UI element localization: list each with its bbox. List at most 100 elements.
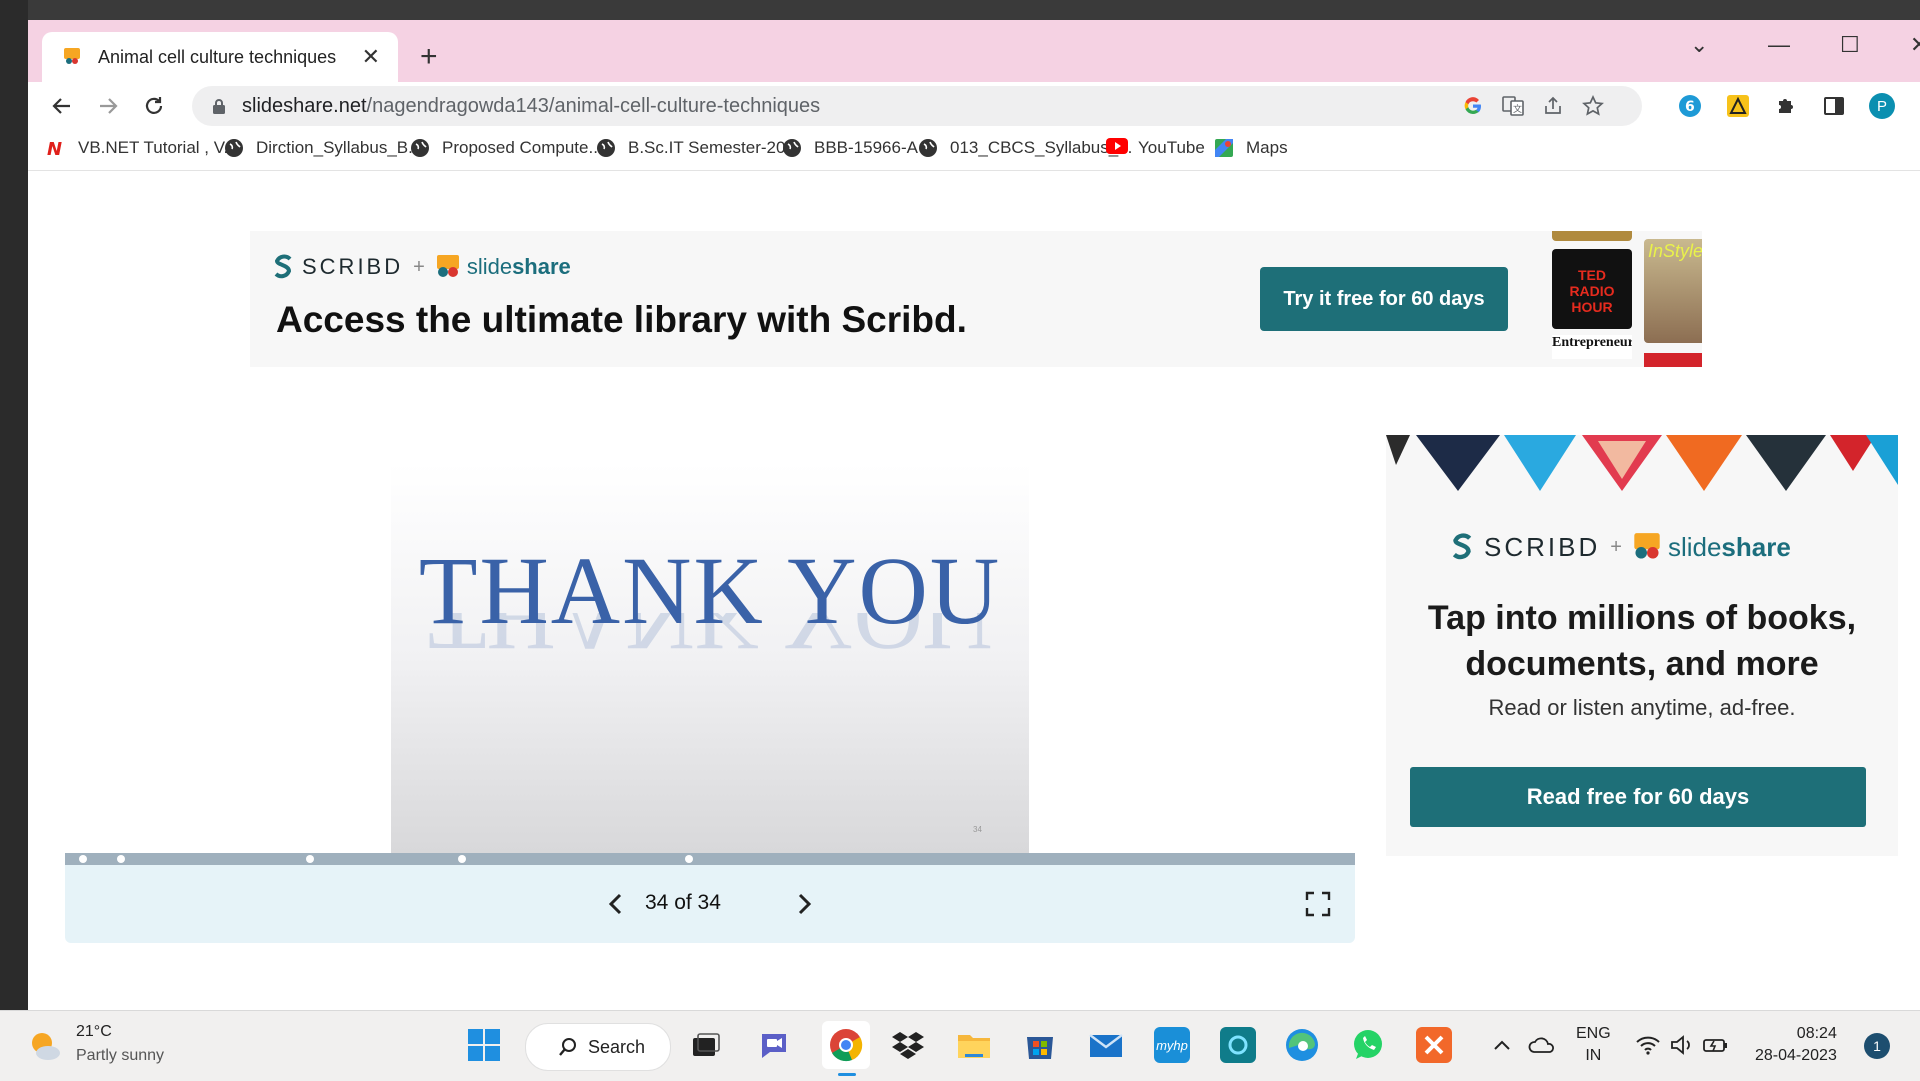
input-language[interactable]: ENG IN (1576, 1023, 1611, 1067)
progress-marker[interactable] (117, 855, 125, 863)
search-icon (559, 1038, 576, 1056)
chevron-right-icon (798, 893, 812, 915)
slide-title-reflection: THANK YOU (427, 613, 993, 671)
minimize-button[interactable]: — (1768, 32, 1790, 58)
page-content: SCRIBD + slideshare Access the ultimate … (28, 171, 1920, 1010)
slide-progress-bar[interactable] (65, 853, 1355, 865)
address-bar[interactable]: slideshare.net/nagendragowda143/animal-c… (192, 86, 1642, 126)
bookmark-label: BBB-15966-A (814, 138, 918, 157)
bookmark-item[interactable]: Dirction_Syllabus_B... (224, 138, 422, 158)
globe-icon (596, 138, 616, 158)
bookmark-item[interactable]: YouTube (1106, 138, 1205, 158)
progress-marker[interactable] (685, 855, 693, 863)
slideshare-word-share: share (512, 254, 571, 279)
bookmark-item[interactable]: Proposed Compute... (410, 138, 603, 158)
bookmark-star-icon[interactable] (1580, 93, 1606, 119)
url-host: slideshare.net (242, 95, 367, 117)
taskbar-search-label: Search (588, 1036, 646, 1057)
translate-icon[interactable]: 文 (1500, 93, 1526, 119)
bookmark-label: Dirction_Syllabus_B... (256, 138, 423, 157)
dropbox-icon[interactable] (890, 1027, 926, 1063)
cortana-icon[interactable] (1220, 1027, 1256, 1063)
progress-marker[interactable] (79, 855, 87, 863)
side-ad-headline: Tap into millions of books, documents, a… (1386, 595, 1898, 687)
current-slide[interactable]: THANK YOU THANK YOU 34 (391, 463, 1029, 853)
top-banner-headline: Access the ultimate library with Scribd. (276, 299, 967, 340)
svg-text:文: 文 (1513, 103, 1522, 115)
close-window-button[interactable]: ✕ (1910, 32, 1920, 58)
reload-icon (145, 97, 163, 114)
slideshare-word-slide: slide (1667, 531, 1722, 562)
scribd-logo-icon (1452, 533, 1472, 560)
weather-description[interactable]: Partly sunny (76, 1047, 164, 1065)
battery-charging-icon[interactable] (1698, 1027, 1734, 1063)
scribd-top-banner-ad[interactable]: SCRIBD + slideshare Access the ultimate … (250, 231, 1702, 367)
bookmark-item[interactable]: BBB-15966-A (782, 138, 918, 158)
xampp-icon[interactable] (1416, 1027, 1452, 1063)
weather-sun-cloud-icon[interactable] (26, 1027, 64, 1070)
file-explorer-icon[interactable] (956, 1027, 992, 1063)
bookmark-item[interactable]: Maps (1214, 138, 1288, 158)
chrome-icon[interactable] (822, 1021, 870, 1069)
bookmark-item[interactable]: 013_CBCS_Syllabus_... (918, 138, 1132, 158)
fullscreen-icon (1305, 891, 1331, 917)
tab-title: Animal cell culture techniques (98, 46, 337, 67)
clock[interactable]: 08:24 28-04-2023 (1755, 1023, 1837, 1067)
show-hidden-icons-chevron-icon[interactable] (1484, 1027, 1520, 1063)
chevron-left-icon (608, 893, 622, 915)
myhp-icon[interactable]: myhp (1154, 1027, 1190, 1063)
extension-warning-icon[interactable] (1724, 92, 1752, 120)
task-view-icon[interactable] (688, 1027, 724, 1063)
reload-button[interactable] (138, 90, 170, 122)
tab-search-chevron-icon[interactable]: ⌄ (1690, 32, 1708, 58)
weather-temperature[interactable]: 21°C (76, 1023, 112, 1041)
try-free-button[interactable]: Try it free for 60 days (1260, 267, 1508, 331)
brand-plus: + (1610, 535, 1622, 558)
youtube-icon (1106, 138, 1128, 158)
read-free-button[interactable]: Read free for 60 days (1410, 767, 1866, 827)
maximize-button[interactable]: ☐ (1840, 32, 1860, 58)
desktop-background (0, 0, 28, 1010)
side-ad-headline-line1: Tap into millions of books, (1427, 599, 1857, 637)
onedrive-cloud-icon[interactable] (1524, 1027, 1560, 1063)
side-panel-icon[interactable] (1820, 92, 1848, 120)
fullscreen-button[interactable] (1301, 887, 1335, 921)
scribd-logo-icon (274, 254, 292, 279)
windows-start-icon[interactable] (466, 1027, 502, 1063)
tab-strip: Animal cell culture techniques ✕ + ⌄ — ☐… (28, 20, 1920, 82)
next-slide-button[interactable] (787, 887, 821, 921)
bookmark-item[interactable]: N VB.NET Tutorial , V... (46, 138, 238, 160)
browser-tab[interactable]: Animal cell culture techniques ✕ (42, 32, 398, 82)
progress-marker[interactable] (458, 855, 466, 863)
edge-icon[interactable] (1284, 1027, 1320, 1063)
google-icon[interactable] (1460, 93, 1486, 119)
bookmark-item[interactable]: B.Sc.IT Semester-20... (596, 138, 800, 158)
share-icon[interactable] (1540, 93, 1566, 119)
volume-icon[interactable] (1664, 1027, 1700, 1063)
page-counter: 34 of 34 (645, 891, 721, 914)
magazine-title: InStyle (1648, 241, 1702, 261)
bookmarks-bar: N VB.NET Tutorial , V... Dirction_Syllab… (28, 130, 1920, 171)
progress-marker[interactable] (306, 855, 314, 863)
previous-slide-button[interactable] (599, 887, 633, 921)
lock-icon (212, 98, 226, 119)
new-tab-button[interactable]: + (420, 42, 438, 72)
scribd-side-ad[interactable]: SCRIBD + slideshare Tap into millions of… (1386, 435, 1898, 856)
extension-6-icon[interactable]: 6 (1676, 92, 1704, 120)
forward-button[interactable] (92, 90, 124, 122)
microsoft-store-icon[interactable] (1022, 1027, 1058, 1063)
browser-toolbar: slideshare.net/nagendragowda143/animal-c… (28, 82, 1920, 130)
active-app-indicator (838, 1073, 856, 1076)
close-tab-icon[interactable]: ✕ (362, 44, 380, 70)
taskbar-search-box[interactable]: Search (525, 1023, 671, 1071)
notification-badge[interactable]: 1 (1864, 1033, 1890, 1059)
teams-chat-icon[interactable] (756, 1027, 792, 1063)
extensions-puzzle-icon[interactable] (1772, 92, 1800, 120)
bookmark-label: B.Sc.IT Semester-20... (628, 138, 800, 157)
whatsapp-icon[interactable] (1350, 1027, 1386, 1063)
profile-avatar[interactable]: P (1868, 92, 1896, 120)
mail-icon[interactable] (1088, 1027, 1124, 1063)
wifi-icon[interactable] (1630, 1027, 1666, 1063)
slide-player: THANK YOU THANK YOU 34 34 of 34 (65, 361, 1355, 991)
back-button[interactable] (46, 90, 78, 122)
